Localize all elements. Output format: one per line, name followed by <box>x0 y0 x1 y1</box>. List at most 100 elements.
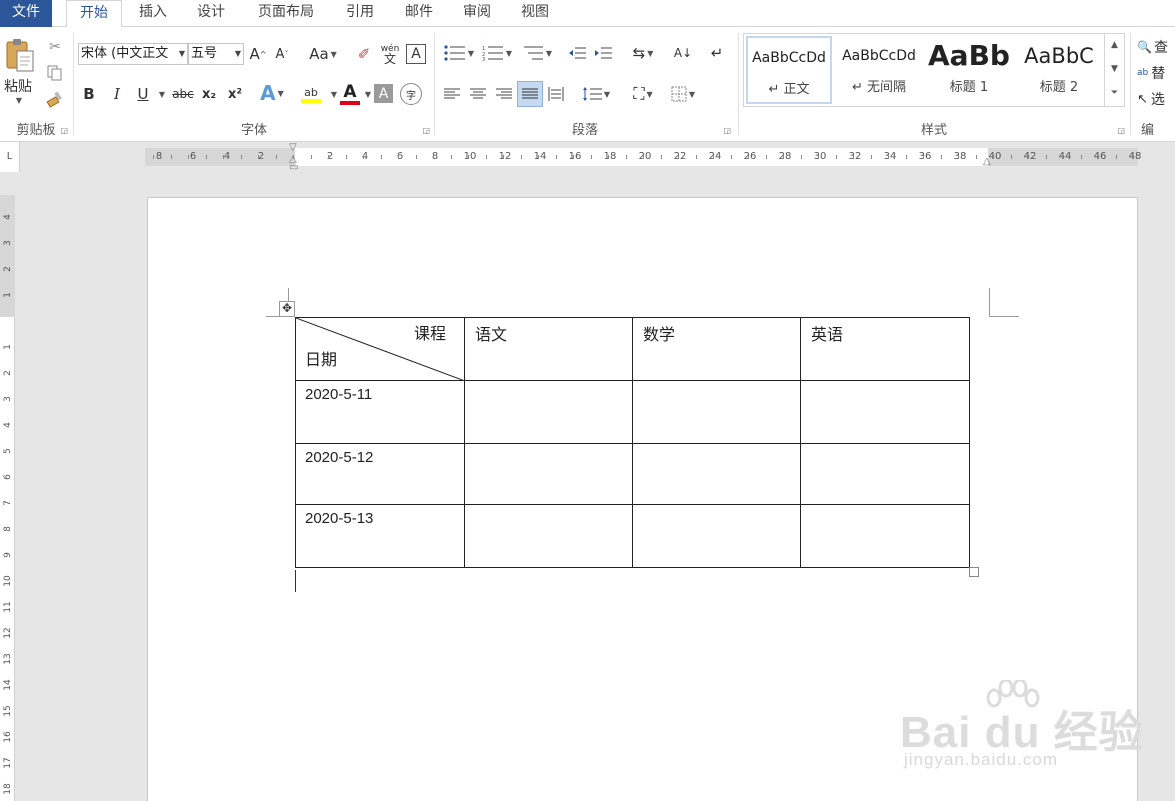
table-cell[interactable] <box>464 443 633 505</box>
font-launcher-icon[interactable]: ◲ <box>422 126 430 135</box>
change-case-button[interactable]: Aa ▼ <box>306 44 340 64</box>
distributed-icon[interactable] <box>545 83 567 105</box>
numbering-icon[interactable]: 1 2 3 ▼ <box>479 42 515 64</box>
align-left-icon[interactable] <box>441 83 463 105</box>
table-cell[interactable] <box>632 504 801 568</box>
underline-dropdown-icon[interactable]: ▼ <box>156 83 166 105</box>
align-center-icon[interactable] <box>467 83 489 105</box>
cut-icon[interactable]: ✂ <box>44 37 66 57</box>
gallery-scroll-down-icon[interactable]: ▼ <box>1104 58 1124 82</box>
right-indent-icon[interactable]: △ <box>983 156 991 167</box>
table-cell[interactable] <box>632 380 801 444</box>
decrease-indent-icon[interactable] <box>565 42 589 64</box>
borders-icon[interactable]: ▼ <box>665 83 701 105</box>
bold-button[interactable]: B <box>78 83 100 105</box>
line-spacing-icon[interactable]: ▼ <box>579 83 613 105</box>
select-button[interactable]: ↖ 选 <box>1137 89 1175 109</box>
table-resize-handle[interactable] <box>969 567 979 577</box>
underline-button[interactable]: U <box>132 83 154 105</box>
column-header[interactable]: 语文 <box>464 317 633 381</box>
ruler-tick <box>223 155 224 159</box>
ruler-tick <box>976 155 977 159</box>
tab-review[interactable]: 审阅 <box>452 0 502 27</box>
diagonal-header-cell[interactable]: 课程 日期 <box>295 317 465 381</box>
char-shading-button[interactable]: A <box>374 84 393 103</box>
paste-button[interactable]: 粘贴 <box>0 77 36 95</box>
increase-indent-icon[interactable] <box>591 42 615 64</box>
header-date-label: 日期 <box>305 350 338 369</box>
strikethrough-button[interactable]: abc <box>170 83 196 105</box>
justify-icon[interactable] <box>517 81 543 107</box>
date-cell[interactable]: 2020-5-11 <box>295 380 465 444</box>
format-painter-icon[interactable] <box>44 89 66 109</box>
tab-view[interactable]: 视图 <box>510 0 560 27</box>
tab-page-layout[interactable]: 页面布局 <box>248 0 324 27</box>
chinese-layout-icon[interactable]: ⇆ ▼ <box>625 42 661 64</box>
align-right-icon[interactable] <box>493 83 515 105</box>
paragraph-shading-icon[interactable]: ⛶ ▼ <box>625 83 661 105</box>
ruler-tick <box>241 155 242 159</box>
font-color-button[interactable]: A <box>336 81 364 107</box>
clear-format-icon[interactable]: ✐ <box>354 44 374 64</box>
font-size-combo[interactable]: 五号 ▼ <box>188 43 244 65</box>
copy-icon[interactable] <box>44 63 66 83</box>
replace-button[interactable]: ab 替 <box>1137 63 1175 83</box>
tab-design[interactable]: 设计 <box>186 0 236 27</box>
clipboard-launcher-icon[interactable]: ◲ <box>60 126 68 135</box>
table-cell[interactable] <box>800 380 970 444</box>
date-cell[interactable]: 2020-5-13 <box>295 504 465 568</box>
paragraph-launcher-icon[interactable]: ◲ <box>723 126 731 135</box>
highlight-button[interactable]: ab <box>294 81 328 107</box>
gallery-more-icon[interactable]: ⏷ <box>1104 82 1124 106</box>
enclose-char-button[interactable]: 字 <box>400 83 422 105</box>
tab-insert[interactable]: 插入 <box>128 0 178 27</box>
first-line-indent-icon[interactable]: ▽ <box>289 142 297 153</box>
style-heading-2[interactable]: AaBbC 标题 2 <box>1016 36 1102 104</box>
paste-dropdown-icon[interactable]: ▼ <box>10 95 26 105</box>
table-cell[interactable] <box>632 443 801 505</box>
schedule-table[interactable]: 课程 日期 语文 数学 英语 2020-5-11 2020-5-12 2020-… <box>295 317 970 568</box>
tab-file[interactable]: 文件 <box>0 0 52 27</box>
date-cell[interactable]: 2020-5-12 <box>295 443 465 505</box>
cursor-icon: ↖ <box>1137 91 1148 107</box>
superscript-button[interactable]: x² <box>224 83 246 105</box>
column-header[interactable]: 英语 <box>800 317 970 381</box>
column-header[interactable]: 数学 <box>632 317 801 381</box>
tab-home[interactable]: 开始 <box>66 0 122 28</box>
shrink-font-button[interactable]: Aˇ <box>272 44 292 64</box>
gallery-scroll-up-icon[interactable]: ▲ <box>1104 34 1124 58</box>
styles-launcher-icon[interactable]: ◲ <box>1117 126 1125 135</box>
tab-selector[interactable]: L <box>0 142 20 172</box>
tab-references[interactable]: 引用 <box>336 0 384 27</box>
table-cell[interactable] <box>800 443 970 505</box>
find-button[interactable]: 🔍 查 <box>1137 37 1175 57</box>
multilevel-list-icon[interactable]: ▼ <box>519 42 555 64</box>
vertical-ruler[interactable]: 4 3 2 1 1 2 3 4 5 6 7 8 9 10 11 12 13 14 15 16 17 18 <box>0 195 15 801</box>
table-cell[interactable] <box>464 380 633 444</box>
left-indent-icon[interactable]: ▭ <box>289 162 298 173</box>
phonetic-guide-button[interactable]: wén 文 <box>378 42 402 66</box>
font-color-dropdown-icon[interactable]: ▼ <box>362 83 372 105</box>
subscript-button[interactable]: x₂ <box>198 83 220 105</box>
italic-button[interactable]: I <box>106 83 128 105</box>
style-normal[interactable]: AaBbCcDd ↵ 正文 <box>746 36 832 104</box>
table-cell[interactable] <box>800 504 970 568</box>
font-name-combo[interactable]: 宋体 (中文正文 ▼ <box>78 43 188 65</box>
table-cell[interactable] <box>464 504 633 568</box>
sort-icon[interactable]: A↓ <box>671 42 695 64</box>
style-heading-1[interactable]: AaBb 标题 1 <box>926 36 1012 104</box>
ruler-number: 17 <box>3 757 13 769</box>
ruler-tick <box>451 155 452 159</box>
paste-icon[interactable] <box>2 35 38 75</box>
bullets-icon[interactable]: ▼ <box>441 42 477 64</box>
table-move-handle-icon[interactable]: ✥ <box>279 301 295 317</box>
tab-mailings[interactable]: 邮件 <box>394 0 444 27</box>
show-marks-icon[interactable]: ↵ <box>705 42 729 64</box>
text-effects-button[interactable]: A ▼ <box>256 81 288 105</box>
char-border-button[interactable]: A <box>406 44 426 64</box>
grow-font-button[interactable]: A ^ <box>248 44 268 64</box>
ruler-number: 4 <box>223 151 231 162</box>
ruler-tick <box>556 155 557 159</box>
table-header-row: 课程 日期 语文 数学 英语 <box>295 317 970 381</box>
style-no-spacing[interactable]: AaBbCcDd ↵ 无间隔 <box>836 36 922 104</box>
